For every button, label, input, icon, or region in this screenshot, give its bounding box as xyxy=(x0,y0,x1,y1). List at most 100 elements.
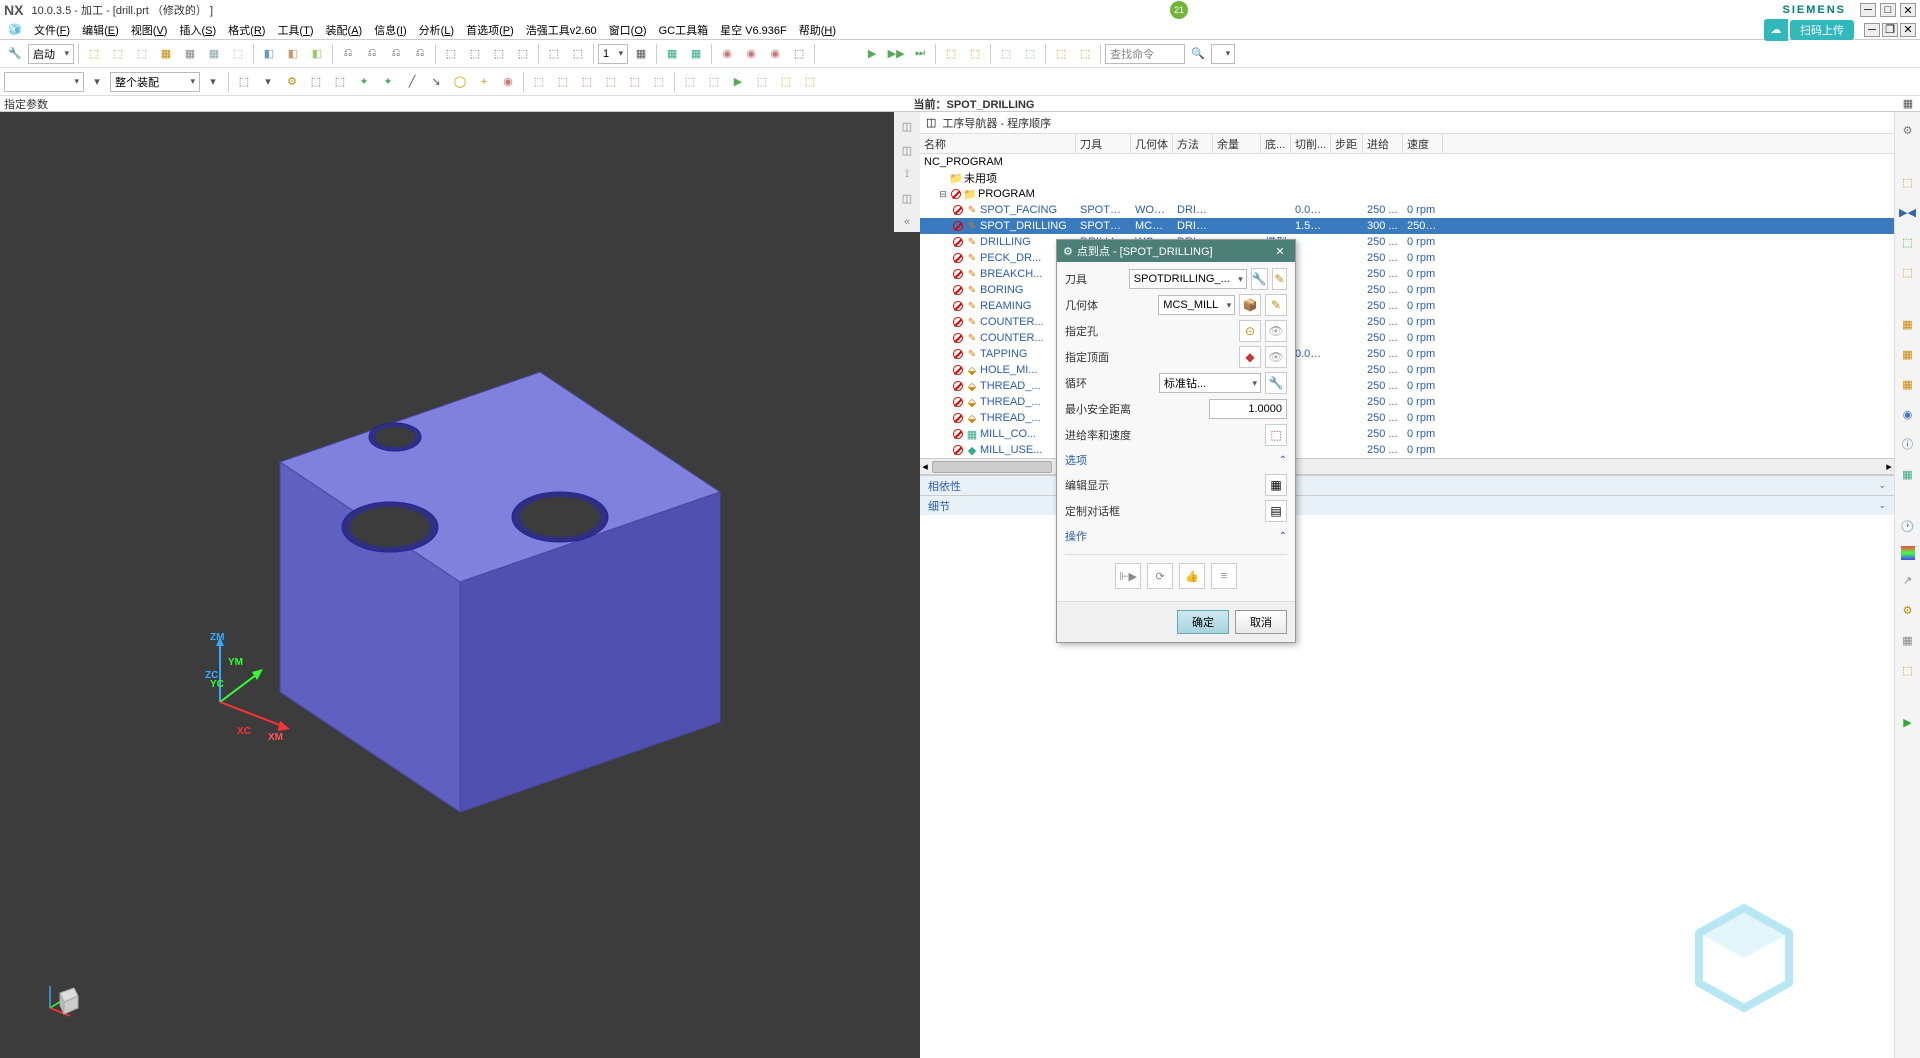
col-header[interactable]: 进给 xyxy=(1363,134,1403,153)
command-search[interactable]: 查找命令 xyxy=(1105,44,1185,64)
tb-icon[interactable]: ⬚ xyxy=(600,71,622,93)
tb-icon[interactable]: ⬚ xyxy=(799,71,821,93)
tb-icon[interactable]: ⬚ xyxy=(83,43,105,65)
tb-icon[interactable]: ▦ xyxy=(685,43,707,65)
menu-item[interactable]: GC工具箱 xyxy=(653,23,715,39)
tb-icon[interactable]: ╱ xyxy=(401,71,423,93)
menu-item[interactable]: 视图(V) xyxy=(125,23,174,39)
gear-icon[interactable]: ⚙ xyxy=(1898,120,1918,140)
tb-icon[interactable]: ◉ xyxy=(740,43,762,65)
tb-icon[interactable]: ✦ xyxy=(377,71,399,93)
col-header[interactable]: 几何体 xyxy=(1131,134,1173,153)
search-icon[interactable]: 🔍 xyxy=(1187,43,1209,65)
tb-icon[interactable]: ⬚ xyxy=(464,43,486,65)
sub-minimize-button[interactable]: ─ xyxy=(1864,23,1880,37)
col-header[interactable]: 切削... xyxy=(1291,134,1331,153)
menu-item[interactable]: 分析(L) xyxy=(413,23,460,39)
tb-icon[interactable]: ⬚ xyxy=(576,71,598,93)
edit-display-icon[interactable]: ▦ xyxy=(1265,474,1287,496)
ricon[interactable]: ⚙ xyxy=(1898,600,1918,620)
clock-icon[interactable]: 🕐 xyxy=(1898,516,1918,536)
tb-icon[interactable]: ◧ xyxy=(306,43,328,65)
menu-item[interactable]: 信息(I) xyxy=(368,23,412,39)
tool-new-icon[interactable]: ✎ xyxy=(1272,268,1287,290)
number-dropdown[interactable]: 1 xyxy=(598,44,628,64)
tb-icon[interactable]: ◧ xyxy=(282,43,304,65)
chev-down-icon[interactable]: ▾ xyxy=(257,71,279,93)
tb-icon[interactable]: ⏭ xyxy=(909,43,931,65)
tb-icon[interactable]: ⬚ xyxy=(1019,43,1041,65)
tb-icon[interactable]: ⬚ xyxy=(512,43,534,65)
menu-item[interactable]: 窗口(O) xyxy=(603,23,653,39)
tb-icon[interactable]: ⬚ xyxy=(440,43,462,65)
maximize-button[interactable]: □ xyxy=(1880,3,1896,17)
tb-icon[interactable]: ⬚ xyxy=(227,43,249,65)
menu-item[interactable]: 格式(R) xyxy=(222,23,271,39)
options-section[interactable]: 选项⌃ xyxy=(1065,448,1287,472)
tree-row[interactable]: 📁未用项 xyxy=(920,170,1894,186)
tb-icon[interactable]: ↘ xyxy=(425,71,447,93)
tb-icon[interactable]: ⚙ xyxy=(281,71,303,93)
dialog-titlebar[interactable]: ⚙ 点到点 - [SPOT_DRILLING] ✕ xyxy=(1057,240,1295,262)
tb-icon[interactable]: ▦ xyxy=(630,43,652,65)
operation-row[interactable]: ✎SPOT_FACINGSPOTFAC...WOR...DRILL_...0.0… xyxy=(920,202,1894,218)
ricon[interactable] xyxy=(1901,546,1915,560)
geo-new-icon[interactable]: ✎ xyxy=(1265,294,1287,316)
wrench-icon[interactable]: 🔧 xyxy=(4,43,26,65)
ricon[interactable]: ▦ xyxy=(1898,314,1918,334)
tb-icon[interactable]: ⬚ xyxy=(329,71,351,93)
tb-icon[interactable]: ⬚ xyxy=(751,71,773,93)
chev-down-icon[interactable]: ▾ xyxy=(86,71,108,93)
geo-edit-icon[interactable]: 📦 xyxy=(1239,294,1261,316)
tb-icon[interactable]: ⬚ xyxy=(648,71,670,93)
app-icon[interactable]: 🧊 xyxy=(4,19,26,41)
ricon[interactable]: ↗ xyxy=(1898,570,1918,590)
tb-icon[interactable]: ⬚ xyxy=(305,71,327,93)
menu-item[interactable]: 文件(F) xyxy=(28,23,76,39)
strip-icon[interactable]: ◫ xyxy=(897,188,917,208)
menu-item[interactable]: 浩强工具v2.60 xyxy=(520,23,603,39)
menu-item[interactable]: 编辑(E) xyxy=(76,23,125,39)
nc-program-row[interactable]: NC_PROGRAM xyxy=(920,154,1894,170)
generate-icon[interactable]: ⊩▶ xyxy=(1115,563,1141,589)
tb-icon[interactable]: ⬚ xyxy=(1050,43,1072,65)
ricon[interactable]: ▶◀ xyxy=(1898,202,1918,222)
tb-icon[interactable]: ⎌ xyxy=(361,43,383,65)
tb-icon[interactable]: ◉ xyxy=(764,43,786,65)
info-icon[interactable]: ⓘ xyxy=(1898,434,1918,454)
tb-icon[interactable]: ▦ xyxy=(155,43,177,65)
dialog-close-button[interactable]: ✕ xyxy=(1271,245,1289,258)
tb-icon[interactable]: ⬚ xyxy=(552,71,574,93)
tb-icon[interactable]: ⬚ xyxy=(775,71,797,93)
tb-icon[interactable]: ▦ xyxy=(661,43,683,65)
hole-select-icon[interactable]: ⊙ xyxy=(1239,320,1261,342)
feedrate-icon[interactable]: ⬚ xyxy=(1265,424,1287,446)
verify-icon[interactable]: 👍 xyxy=(1179,563,1205,589)
cancel-button[interactable]: 取消 xyxy=(1235,610,1287,634)
status-icon[interactable]: ▦ xyxy=(1900,97,1916,111)
tb-icon[interactable]: ◉ xyxy=(497,71,519,93)
customize-icon[interactable]: ▤ xyxy=(1265,500,1287,522)
ricon[interactable]: ◉ xyxy=(1898,404,1918,424)
tb-icon[interactable]: + xyxy=(473,71,495,93)
tb-icon[interactable]: ⬚ xyxy=(703,71,725,93)
3d-viewport[interactable]: ◫ ◫ ⟟ ◫ « xyxy=(0,112,920,1058)
hole-show-icon[interactable]: 👁 xyxy=(1265,320,1287,342)
col-header[interactable]: 余量 xyxy=(1213,134,1261,153)
col-header[interactable]: 底... xyxy=(1261,134,1291,153)
menu-item[interactable]: 工具(T) xyxy=(271,23,319,39)
tb-icon[interactable]: ⬚ xyxy=(964,43,986,65)
ricon[interactable]: ⬚ xyxy=(1898,172,1918,192)
tb-icon[interactable]: ⬚ xyxy=(995,43,1017,65)
clearance-input[interactable] xyxy=(1209,399,1287,419)
tb-icon[interactable]: ⎌ xyxy=(385,43,407,65)
tb-icon[interactable]: ⬚ xyxy=(131,43,153,65)
tb-icon[interactable]: ⬚ xyxy=(107,43,129,65)
start-dropdown[interactable]: 启动 xyxy=(28,44,74,64)
tb-icon[interactable]: ⎌ xyxy=(337,43,359,65)
ricon[interactable]: ▦ xyxy=(1898,344,1918,364)
notification-badge[interactable]: 21 xyxy=(1170,1,1188,19)
tb-icon[interactable]: ⬚ xyxy=(567,43,589,65)
strip-icon[interactable]: ◫ xyxy=(897,116,917,136)
col-header[interactable]: 名称 xyxy=(920,134,1076,153)
